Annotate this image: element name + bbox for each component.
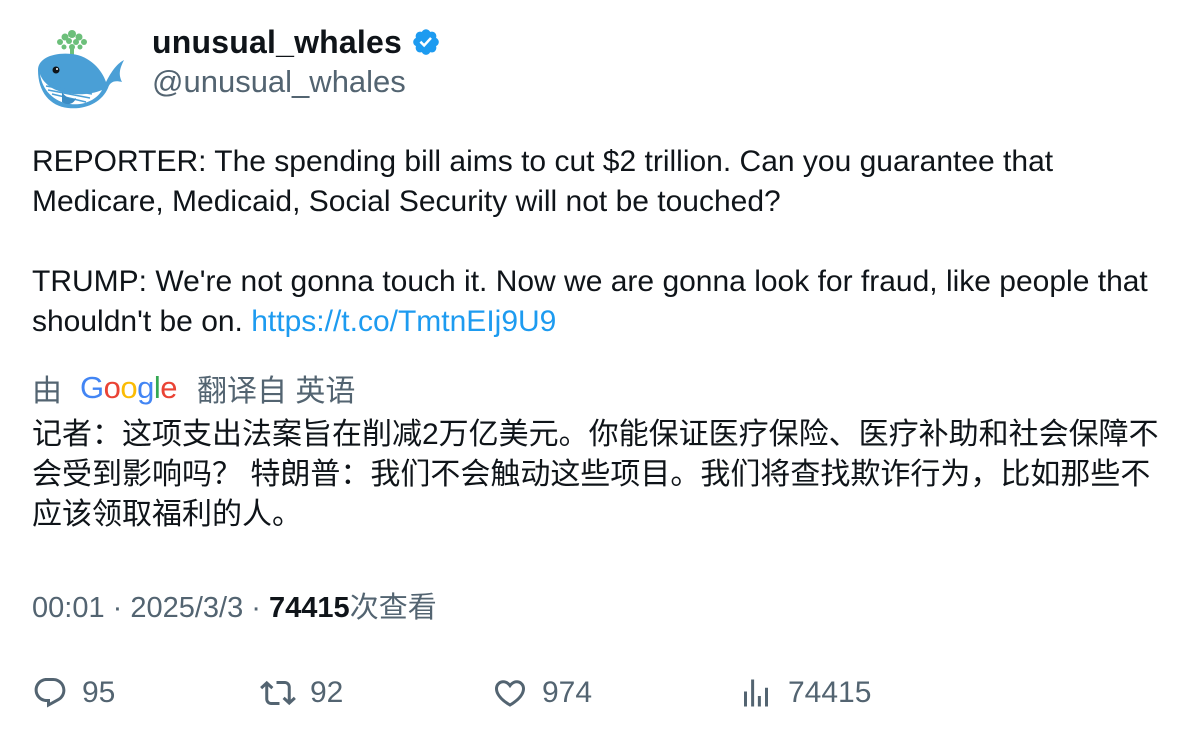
meta-separator: · [243, 592, 270, 624]
tweet-link[interactable]: https://t.co/TmtnEIj9U9 [251, 305, 556, 338]
like-button[interactable]: 974 [492, 668, 592, 718]
retweet-button[interactable]: 92 [260, 668, 343, 718]
google-logo[interactable]: Google [80, 370, 178, 406]
translated-from-label[interactable]: 翻译自 英语 [197, 366, 355, 410]
heart-icon [494, 680, 526, 707]
retweet-count: 92 [310, 676, 344, 709]
tweet-text: REPORTER: The spending bill aims to cut … [32, 142, 1172, 342]
analytics-icon [744, 679, 768, 707]
translated-by-label: 由 [32, 375, 62, 408]
whale-logo-icon [38, 30, 124, 109]
reply-button[interactable]: 95 [32, 668, 115, 718]
views-action-count: 74415 [788, 676, 872, 709]
reply-count: 95 [82, 676, 116, 709]
verified-badge-icon [413, 29, 439, 55]
action-bar: 95 92 974 74415 [32, 668, 1162, 718]
views-button[interactable]: 74415 [738, 668, 871, 718]
display-name[interactable]: unusual_whales [152, 24, 402, 61]
tweet-meta: 00:01 · 2025/3/3 · 74415次查看 [32, 584, 437, 626]
avatar[interactable] [32, 26, 128, 116]
display-name-row: unusual_whales [152, 24, 441, 60]
tweet-date[interactable]: 2025/3/3 [130, 592, 243, 624]
tweet-header: unusual_whales @unusual_whales [32, 24, 1162, 114]
retweet-icon [260, 680, 296, 706]
translated-text: 记者：这项支出法案旨在削减2万亿美元。你能保证医疗保险、医疗补助和社会保障不会受… [32, 418, 1159, 531]
like-count: 974 [542, 676, 593, 709]
tweet-text-body: REPORTER: The spending bill aims to cut … [32, 145, 1148, 338]
translation-attribution: 由 Google 翻译自 英语 [32, 366, 355, 410]
reply-icon [34, 678, 66, 708]
tweet-time[interactable]: 00:01 [32, 592, 105, 624]
user-handle[interactable]: @unusual_whales [152, 64, 406, 100]
views-label: 次查看 [349, 592, 437, 624]
views-count: 74415 [269, 592, 350, 624]
meta-separator: · [104, 592, 131, 624]
